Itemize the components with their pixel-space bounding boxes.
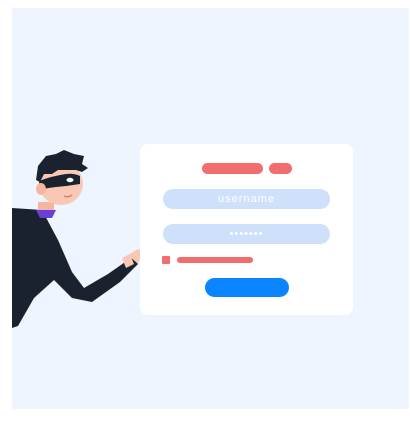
password-field[interactable]: ••••••• [163, 224, 330, 244]
login-button[interactable] [205, 278, 289, 297]
error-message-placeholder [177, 257, 253, 263]
login-subtitle-placeholder [269, 163, 292, 174]
login-card: username ••••••• [140, 144, 353, 315]
thief-body [12, 208, 138, 328]
thief-ear [36, 183, 46, 195]
error-icon [162, 256, 170, 264]
username-field[interactable]: username [163, 189, 330, 209]
login-title-placeholder [202, 163, 263, 174]
thief-eye [66, 177, 74, 183]
